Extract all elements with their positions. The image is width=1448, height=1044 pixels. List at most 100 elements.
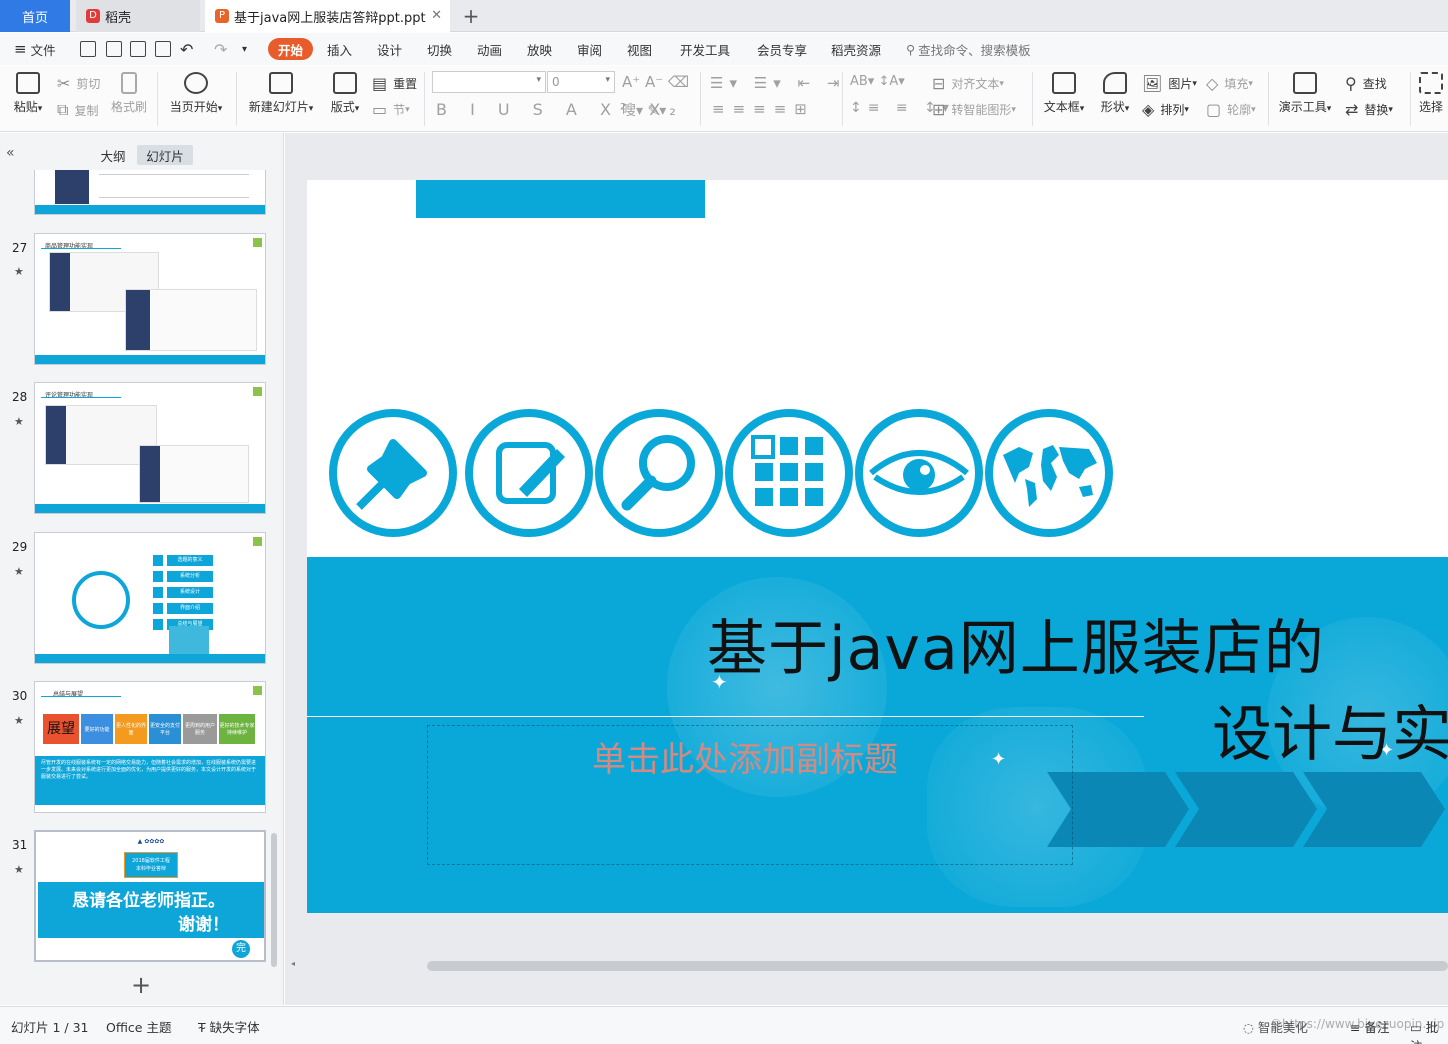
shape-icon [1103, 72, 1127, 94]
status-bar: 幻灯片 1 / 31 Office 主题 T̴ 缺失字体 ◌ 智能美化 ≡ 备注… [0, 1006, 1448, 1044]
undo-icon[interactable]: ↶ [180, 33, 193, 65]
copy-icon: ⧉ [57, 100, 69, 119]
horizontal-scrollbar[interactable]: ◂ [285, 959, 1448, 973]
missing-font-button[interactable]: T̴ 缺失字体 [198, 1017, 260, 1036]
picture-button[interactable]: 🖼 图片 ▾ [1142, 74, 1197, 93]
thumb-summary-text: 尽管开发的在线服装系统有一定的网络交易能力，但随着社会需求的增加，在线服装系统仍… [35, 756, 265, 805]
brush-icon [121, 72, 137, 94]
customize-dropdown-icon[interactable]: ▾ [242, 33, 247, 65]
font-size-select[interactable]: 0 ▾ [547, 71, 615, 93]
slide-thumb-31[interactable]: ▲ ✿✿✿✿ 2018届软件工程 本科毕业答辩 恳请各位老师指正。 谢谢！ 完 [34, 830, 266, 962]
slide-thumb-28[interactable]: 评论管理功能实现 [34, 382, 266, 514]
layout-button[interactable]: 版式▾ [327, 72, 363, 115]
animation-star-icon: ★ [14, 863, 24, 876]
menu-animation[interactable]: 动画 [477, 33, 502, 65]
paste-button[interactable]: 粘贴▾ [10, 72, 46, 115]
collapse-panel-icon[interactable]: « [6, 145, 15, 161]
shape-button[interactable]: 形状▾ [1096, 72, 1134, 115]
menu-design[interactable]: 设计 [377, 33, 402, 65]
tab-docer[interactable]: D 稻壳 [76, 0, 200, 32]
slide-title-line2[interactable]: 设计与实 [1212, 686, 1448, 773]
menu-member[interactable]: 会员专享 [757, 33, 807, 65]
menu-developer[interactable]: 开发工具 [680, 33, 730, 65]
cut-button[interactable]: ✂ 剪切 [57, 74, 100, 93]
thumb-panel-scrollbar[interactable] [271, 833, 277, 967]
fill-button[interactable]: ◇ 填充 ▾ [1206, 74, 1253, 93]
format-painter-button[interactable]: 格式刷 [110, 72, 148, 115]
slide-thumb-27[interactable]: 商品管理功能实现 [34, 233, 266, 365]
slide-number: 27 [12, 241, 28, 255]
menu-transition[interactable]: 切换 [427, 33, 452, 65]
font-family-select[interactable]: ▾ [432, 71, 546, 93]
menu-view[interactable]: 视图 [627, 33, 652, 65]
outline-button[interactable]: ▢ 轮廓 ▾ [1206, 100, 1256, 119]
paste-icon [16, 72, 40, 94]
align-text-button[interactable]: ⊟ 对齐文本 ▾ [932, 74, 1004, 93]
slide-thumb-30[interactable]: 总结与展望 展望 要好的功能 更人性化的界面 更安全的支付平台 更周到的用户服务… [34, 681, 266, 813]
reset-button[interactable]: ▤ 重置 [372, 74, 417, 93]
char-effects-icons[interactable]: 嗖▾ ✎▾ [622, 100, 666, 120]
section-icon: ▭ [372, 100, 388, 119]
ribbon-toolbar: 粘贴▾ ✂ 剪切 ⧉ 复制 格式刷 当页开始▾ 新建幻灯片▾ 版式▾ ▤ 重置 ▭ 节 ▾… [0, 66, 1448, 132]
beautify-icon: ◌ [1243, 1020, 1258, 1035]
play-from-current-button[interactable]: 当页开始▾ [166, 72, 226, 115]
slide-title-line1[interactable]: 基于java网上服装店的 [707, 600, 1325, 687]
new-slide-button[interactable]: 新建幻灯片▾ [246, 72, 316, 115]
command-search[interactable]: ⚲ 查找命令、搜索模板 [906, 33, 1031, 65]
new-slide-icon [269, 72, 293, 94]
find-button[interactable]: ⚲ 查找 [1345, 74, 1387, 93]
redo-icon[interactable]: ↷ [214, 33, 227, 65]
add-slide-icon[interactable]: + [131, 971, 151, 999]
subtitle-placeholder[interactable]: 单击此处添加副标题 [427, 725, 1073, 865]
magnifier-icon [595, 409, 723, 537]
slide-number: 30 [12, 689, 28, 703]
menu-review[interactable]: 审阅 [577, 33, 602, 65]
tab-slides[interactable]: 幻灯片 [137, 145, 193, 165]
new-tab-button[interactable]: + [458, 0, 484, 32]
file-menu[interactable]: ≡ 文件 [14, 33, 56, 65]
menu-bar: ≡ 文件 ↶ ↷ ▾ 开始 插入 设计 切换 动画 放映 审阅 视图 开发工具 会… [0, 33, 1448, 65]
slide-thumb-26[interactable] [34, 170, 266, 215]
search-icon: ⚲ [906, 41, 916, 57]
align-text-icon: ⊟ [932, 74, 946, 93]
text-box-button[interactable]: 文本框▾ [1040, 72, 1088, 115]
subtitle-placeholder-text: 单击此处添加副标题 [592, 740, 898, 780]
font-grow-decrease-icons[interactable]: A⁺ A⁻ ⌫ [622, 73, 689, 91]
close-tab-icon[interactable]: ✕ [431, 8, 442, 23]
select-button[interactable]: 选择 [1416, 72, 1446, 115]
replace-button[interactable]: ⇄ 替换 ▾ [1345, 100, 1393, 119]
font-warning-icon: T̴ [198, 1020, 210, 1035]
save-icon[interactable] [80, 41, 96, 57]
theme-name[interactable]: Office 主题 [106, 1017, 171, 1036]
copy-button[interactable]: ⧉ 复制 [57, 100, 98, 120]
title-tab-bar: 首页 D 稻壳 P 基于java网上服装店答辩ppt.ppt ✕ + [0, 0, 1448, 32]
arrange-button[interactable]: ◈ 排列 ▾ [1142, 100, 1189, 119]
menu-home[interactable]: 开始 [268, 38, 314, 60]
tab-outline[interactable]: 大纲 [96, 145, 130, 165]
picture-icon: 🖼 [1142, 74, 1163, 93]
list-indent-icons[interactable]: ☰▾ ☰▾ ⇤ ⇥ [710, 74, 845, 92]
menu-docer-resources[interactable]: 稻壳资源 [831, 33, 881, 65]
divider-line [307, 716, 1144, 717]
section-button[interactable]: ▭ 节 ▾ [372, 100, 410, 119]
print-preview-icon[interactable] [155, 41, 171, 57]
animation-star-icon: ★ [14, 714, 24, 727]
thumb-stamp: 2018届软件工程 本科毕业答辩 [124, 852, 178, 878]
export-icon[interactable] [106, 41, 122, 57]
smart-art-icon: ⊞ [932, 100, 946, 119]
watermark-text: ©https://www.biyezuopin.vip [1270, 1017, 1445, 1031]
slide-1[interactable]: ✦ ✦ ✦ 基于java网上服装店的 设计与实 单击此处添加副标题 [307, 180, 1448, 913]
tab-home[interactable]: 首页 [0, 0, 70, 32]
print-icon[interactable] [130, 41, 146, 57]
animation-star-icon: ★ [14, 265, 24, 278]
menu-slideshow[interactable]: 放映 [527, 33, 552, 65]
scissors-icon: ✂ [57, 74, 71, 93]
menu-insert[interactable]: 插入 [327, 33, 352, 65]
text-direction-icons[interactable]: AB▾ ↕A▾ [850, 74, 905, 89]
presenter-tools-button[interactable]: 演示工具▾ [1276, 72, 1334, 115]
smart-art-button[interactable]: ⊞ 转智能图形 ▾ [932, 100, 1016, 119]
animation-star-icon: ★ [14, 415, 24, 428]
tab-document[interactable]: P 基于java网上服装店答辩ppt.ppt ✕ [205, 0, 450, 32]
paragraph-align-icons[interactable]: ≡≡≡≡⊞ [712, 100, 815, 118]
slide-thumb-29[interactable]: 选题的意义 系统分析 系统设计 界面介绍 总结与展望 [34, 532, 266, 664]
